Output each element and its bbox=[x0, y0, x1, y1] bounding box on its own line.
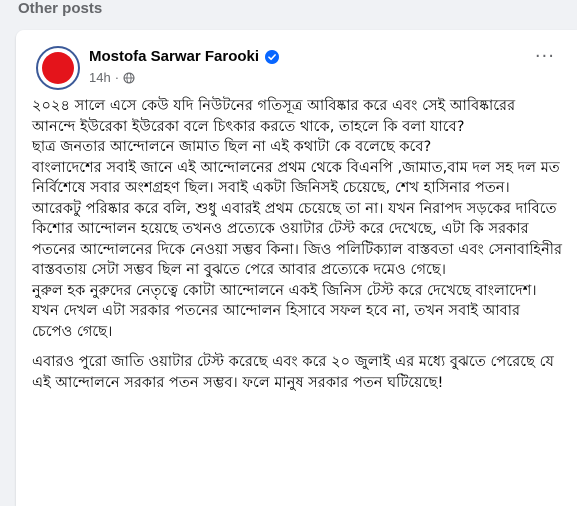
author-name[interactable]: Mostofa Sarwar Farooki bbox=[89, 48, 259, 65]
avatar-image bbox=[42, 52, 74, 84]
post-time[interactable]: 14h bbox=[89, 70, 111, 85]
post-meta: 14h · bbox=[89, 70, 135, 85]
post-paragraph: ২০২৪ সালে এসে কেউ যদি নিউটনের গতিসূত্র আ… bbox=[32, 97, 516, 135]
post-card: Mostofa Sarwar Farooki 14h · ··· ২০২৪ সা… bbox=[16, 30, 577, 506]
post-paragraph: নুরুল হক নুরুদের নেতৃত্বে কোটা আন্দোলনে … bbox=[32, 281, 537, 340]
globe-icon bbox=[123, 71, 135, 84]
author-name-row: Mostofa Sarwar Farooki bbox=[89, 48, 280, 65]
post-paragraph: বাংলাদেশের সবাই জানে এই আন্দোলনের প্রথম … bbox=[32, 158, 560, 197]
meta-separator: · bbox=[114, 70, 120, 85]
post-body: ২০২৪ সালে এসে কেউ যদি নিউটনের গতিসূত্র আ… bbox=[32, 96, 562, 393]
section-title: Other posts bbox=[18, 0, 103, 17]
post-paragraph: এবারও পুরো জাতি ওয়াটার টেস্ট করেছে এবং … bbox=[32, 353, 554, 391]
post-header: Mostofa Sarwar Farooki 14h · bbox=[36, 46, 556, 90]
post-paragraph: আরেকটু পরিষ্কার করে বলি, শুধু এবারই প্রথ… bbox=[32, 199, 562, 279]
more-options-icon[interactable]: ··· bbox=[535, 48, 555, 66]
post-paragraph: ছাত্র জনতার আন্দোলনে জামাত ছিল না এই কথা… bbox=[32, 138, 432, 155]
avatar[interactable] bbox=[36, 46, 80, 90]
verified-badge-icon bbox=[265, 49, 280, 64]
